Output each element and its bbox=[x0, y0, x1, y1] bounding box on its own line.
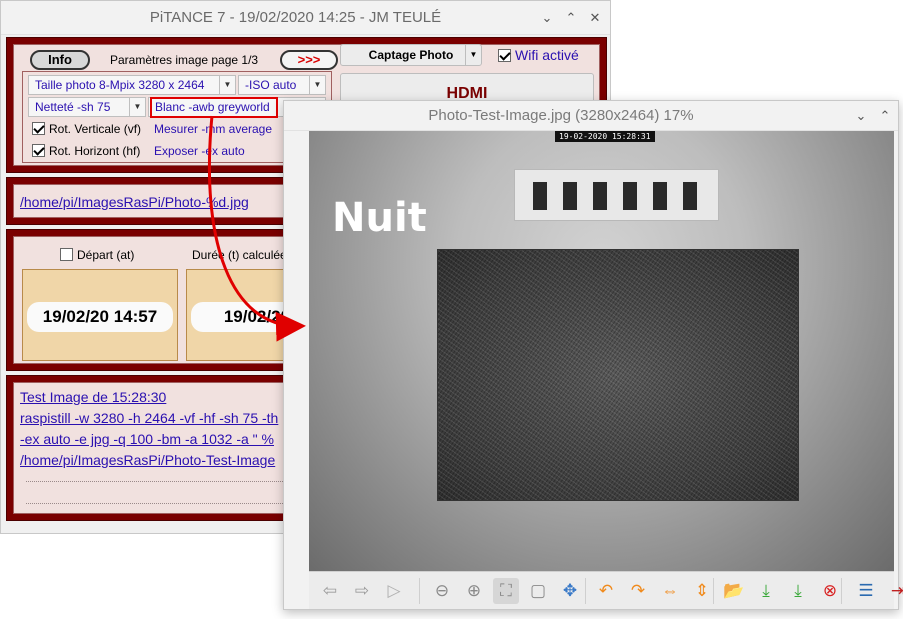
annotation-arrow bbox=[208, 115, 306, 342]
